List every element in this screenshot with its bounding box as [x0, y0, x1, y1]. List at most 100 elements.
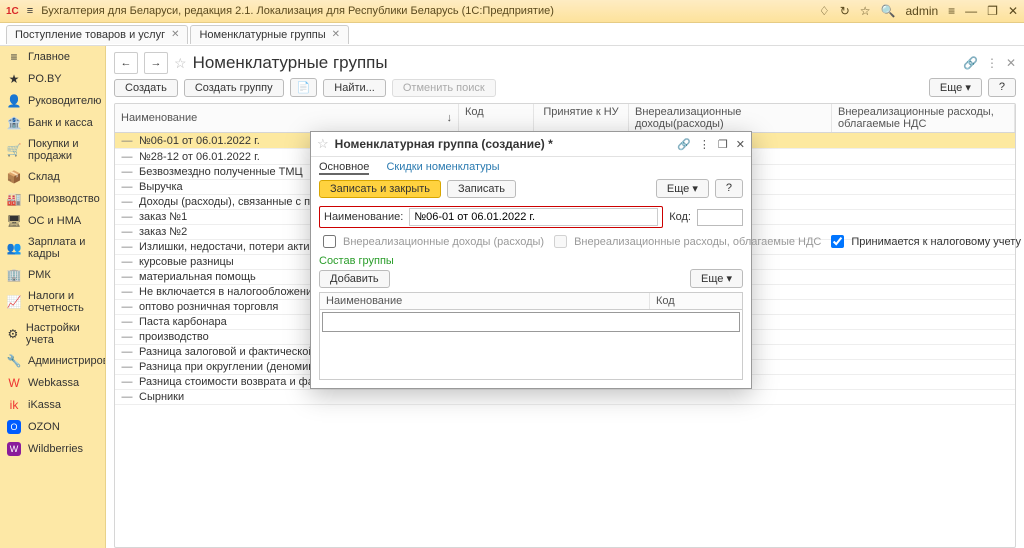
copy-button[interactable]: 📄	[290, 78, 318, 97]
code-label: Код:	[669, 211, 691, 223]
sidebar-item[interactable]: 📈Налоги и отчетность	[0, 286, 105, 318]
sidebar-item[interactable]: 🏭Производство	[0, 188, 105, 210]
more-button[interactable]: Еще ▾	[929, 78, 982, 97]
dialog-create: ☆ Номенклатурная группа (создание) * 🔗 ⋮…	[310, 131, 752, 389]
wrench-icon: 🔧	[7, 354, 21, 368]
sidebar-item[interactable]: ★PO.BY	[0, 68, 105, 90]
vat-checkbox[interactable]: Внереализационные расходы, облагаемые НД…	[550, 232, 821, 251]
edit-row[interactable]	[322, 312, 740, 332]
assets-icon: 🖥	[7, 214, 21, 228]
add-button[interactable]: Добавить	[319, 270, 390, 288]
app-logo: 1C	[6, 6, 19, 17]
more-button[interactable]: Еще ▾	[690, 269, 743, 288]
gear-icon: ⚙	[7, 327, 19, 341]
favorite-icon[interactable]: ☆	[317, 136, 329, 152]
favorite-icon[interactable]: ☆	[174, 55, 187, 72]
restore-icon[interactable]: ❐	[718, 138, 728, 151]
wb-icon: W	[7, 442, 21, 456]
history-icon[interactable]: ↻	[840, 4, 850, 18]
cart-icon: 🛒	[7, 143, 21, 157]
sidebar-item[interactable]: ⚙Настройки учета	[0, 318, 105, 350]
building-icon: 🏢	[7, 268, 21, 282]
bell-icon[interactable]: ♢	[819, 4, 830, 18]
sidebar-item[interactable]: WWebkassa	[0, 372, 105, 394]
sidebar-item[interactable]: ikiKassa	[0, 394, 105, 416]
tab-groups[interactable]: Номенклатурные группы✕	[190, 25, 349, 44]
sidebar-item[interactable]: 🔧Администрирование	[0, 350, 105, 372]
code-input[interactable]	[697, 209, 743, 226]
search-icon[interactable]: 🔍	[881, 4, 896, 18]
col-vat[interactable]: Внереализационные расходы, облагаемые НД…	[832, 104, 1015, 132]
ext-checkbox[interactable]: Внереализационные доходы (расходы)	[319, 232, 544, 251]
sidebar: ≡Главное ★PO.BY 👤Руководителю 🏦Банк и ка…	[0, 46, 106, 548]
more-icon[interactable]: ⋮	[699, 138, 710, 151]
minimize-icon[interactable]: —	[965, 4, 977, 18]
titlebar: 1C ≡ Бухгалтерия для Беларуси, редакция …	[0, 0, 1024, 23]
sidebar-item[interactable]: 📦Склад	[0, 166, 105, 188]
ozon-icon: O	[7, 420, 21, 434]
more-button[interactable]: Еще ▾	[656, 179, 709, 198]
create-button[interactable]: Создать	[114, 79, 178, 97]
restore-icon[interactable]: ❐	[987, 4, 998, 18]
col-code[interactable]: Код	[650, 293, 742, 309]
tab-close-icon[interactable]: ✕	[332, 29, 340, 40]
col-code[interactable]: Код	[459, 104, 534, 132]
webkassa-icon: W	[7, 376, 21, 390]
help-button[interactable]: ?	[715, 179, 743, 198]
nav-back[interactable]: ←	[114, 52, 138, 74]
tab-incoming[interactable]: Поступление товаров и услуг✕	[6, 25, 188, 44]
box-icon: 📦	[7, 170, 21, 184]
nav-fwd[interactable]: →	[144, 52, 168, 74]
sidebar-item[interactable]: 🖥ОС и НМА	[0, 210, 105, 232]
chart-icon: 📈	[7, 295, 21, 309]
cancel-search-button[interactable]: Отменить поиск	[392, 79, 496, 97]
user-label[interactable]: admin	[905, 4, 938, 18]
name-input[interactable]	[409, 208, 658, 226]
sidebar-item[interactable]: 🏦Банк и касса	[0, 112, 105, 134]
open-tabs: Поступление товаров и услуг✕ Номенклатур…	[0, 23, 1024, 46]
find-button[interactable]: Найти...	[323, 79, 386, 97]
bank-icon: 🏦	[7, 116, 21, 130]
hamburger-icon[interactable]: ≡	[948, 4, 955, 18]
name-field-wrap: Наименование:	[319, 206, 663, 228]
col-name[interactable]: Наименование↓	[115, 104, 459, 132]
toolbar: Создать Создать группу 📄 Найти... Отмени…	[114, 78, 1016, 97]
sidebar-item[interactable]: 👤Руководителю	[0, 90, 105, 112]
factory-icon: 🏭	[7, 192, 21, 206]
more-icon[interactable]: ⋮	[986, 56, 998, 70]
menu-icon[interactable]: ≡	[27, 5, 33, 17]
sidebar-item[interactable]: OOZON	[0, 416, 105, 438]
tab-discounts[interactable]: Скидки номенклатуры	[386, 161, 499, 173]
group-title: Состав группы	[311, 253, 751, 269]
page-title: Номенклатурные группы	[193, 53, 388, 73]
manager-icon: 👤	[7, 94, 21, 108]
col-name[interactable]: Наименование	[320, 293, 650, 309]
create-group-button[interactable]: Создать группу	[184, 79, 284, 97]
nu-checkbox[interactable]: Принимается к налоговому учету	[827, 232, 1021, 251]
sidebar-item[interactable]: 👥Зарплата и кадры	[0, 232, 105, 264]
people-icon: 👥	[7, 241, 21, 255]
close-icon[interactable]: ✕	[736, 138, 745, 151]
save-close-button[interactable]: Записать и закрыть	[319, 180, 441, 198]
sidebar-item[interactable]: 🏢РМК	[0, 264, 105, 286]
name-label: Наименование:	[324, 211, 403, 223]
sidebar-item[interactable]: 🛒Покупки и продажи	[0, 134, 105, 166]
sidebar-item[interactable]: WWildberries	[0, 438, 105, 460]
save-button[interactable]: Записать	[447, 180, 516, 198]
home-icon: ≡	[7, 50, 21, 64]
tab-main[interactable]: Основное	[319, 161, 369, 175]
star-icon: ★	[7, 72, 21, 86]
close-icon[interactable]: ✕	[1008, 4, 1018, 18]
sidebar-item[interactable]: ≡Главное	[0, 46, 105, 68]
link-icon[interactable]: 🔗	[677, 138, 691, 151]
col-ext[interactable]: Внереализационные доходы(расходы)	[629, 104, 832, 132]
members-grid: НаименованиеКод	[319, 292, 743, 380]
col-nu[interactable]: Принятие к НУ	[534, 104, 629, 132]
link-icon[interactable]: 🔗	[963, 56, 978, 70]
star-icon[interactable]: ☆	[860, 4, 871, 18]
tab-close-icon[interactable]: ✕	[171, 29, 179, 40]
dialog-title: Номенклатурная группа (создание) *	[335, 137, 672, 151]
help-button[interactable]: ?	[988, 78, 1016, 97]
close-page-icon[interactable]: ✕	[1006, 56, 1016, 70]
table-row[interactable]: —Сырники	[115, 390, 1015, 405]
